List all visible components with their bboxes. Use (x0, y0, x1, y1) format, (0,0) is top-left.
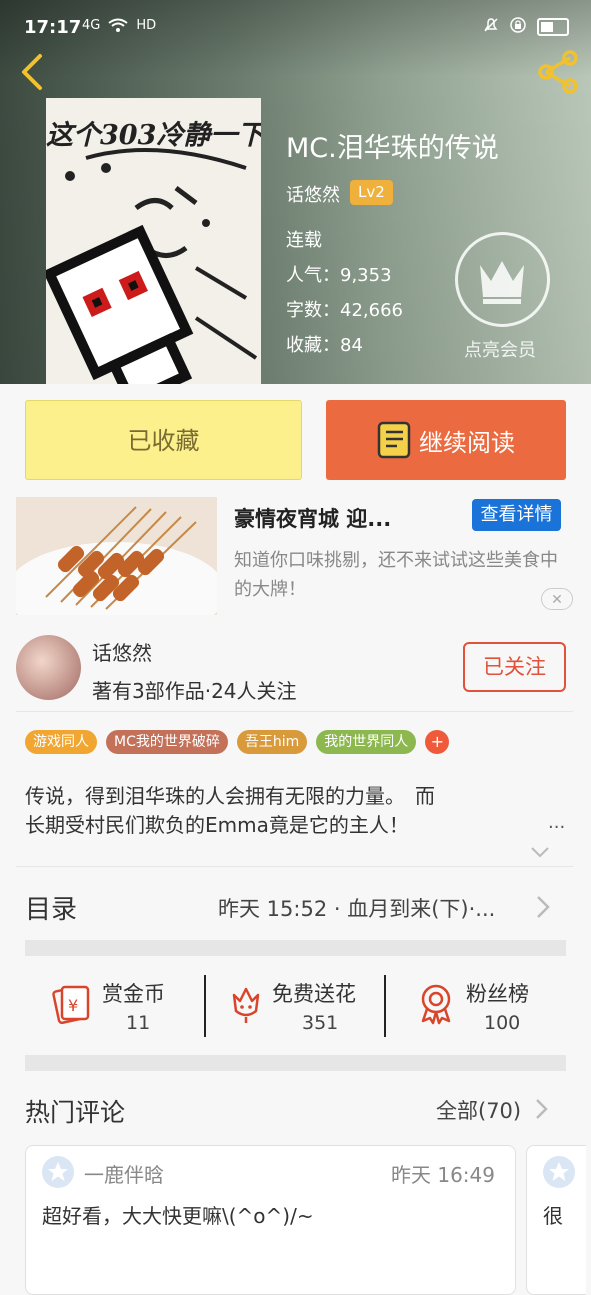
share-button[interactable] (534, 48, 582, 96)
words-label: 字数： (286, 300, 340, 321)
popularity-label: 人气： (286, 265, 340, 286)
chevron-left-icon (22, 54, 42, 90)
book-favorites: 收藏：84 (286, 331, 363, 357)
book-title: MC.泪华珠的传说 (286, 133, 499, 164)
book-author[interactable]: 话悠然 (286, 181, 340, 207)
star-icon (48, 1162, 68, 1181)
tag-item[interactable]: MC我的世界破碎 (106, 730, 228, 754)
fan-ranking-label: 粉丝榜 (466, 982, 529, 1006)
signal-icon: 4G (82, 18, 101, 33)
vertical-divider (384, 975, 386, 1037)
fan-ranking-count: 100 (484, 1012, 521, 1034)
divider (16, 866, 573, 867)
continue-reading-button[interactable]: 继续阅读 (326, 400, 566, 480)
favorited-button[interactable]: 已收藏 (25, 400, 302, 480)
all-comments-link[interactable]: 全部(70) (436, 1095, 521, 1125)
close-icon: ✕ (551, 592, 563, 608)
chevron-down-icon (531, 847, 549, 858)
svg-text:¥: ¥ (68, 996, 78, 1015)
flower-icon (232, 987, 260, 1023)
ad-image[interactable] (16, 497, 217, 615)
vip-button[interactable] (455, 232, 550, 327)
book-popularity: 人气：9,353 (286, 261, 392, 287)
chevron-right-icon[interactable] (534, 1097, 550, 1121)
tag-item[interactable]: 我的世界同人 (316, 730, 417, 754)
section-divider (25, 1055, 566, 1071)
battery-icon (537, 18, 569, 36)
catalog-label: 目录 (25, 895, 78, 925)
book-icon (377, 421, 411, 459)
continue-reading-label: 继续阅读 (419, 428, 515, 457)
crown-icon (480, 261, 524, 304)
comment-text: 很 (543, 1204, 563, 1228)
cover-illustration: 这个303冷静一下 (46, 98, 261, 384)
synopsis-ellipsis: ... (548, 812, 566, 833)
follow-button[interactable]: 已关注 (463, 642, 566, 692)
comment-time: 昨天 16:49 (391, 1163, 495, 1187)
lock-rotation-icon (509, 16, 527, 38)
status-time: 17:17 (24, 17, 82, 38)
vip-label: 点亮会员 (464, 340, 536, 361)
book-synopsis[interactable]: 传说，得到泪华珠的人会拥有无限的力量。 而 长期受村民们欺负的Emma竟是它的主… (25, 782, 545, 840)
star-icon (549, 1162, 569, 1181)
reward-coins-button[interactable]: ¥ 赏金币 11 (50, 975, 190, 1039)
comment-text: 超好看，大大快更嘛\(^o^)/~ (42, 1204, 314, 1228)
chevron-right-icon (534, 894, 552, 920)
tag-list: 游戏同人 MC我的世界破碎 吾王him 我的世界同人 + (25, 730, 450, 754)
back-button[interactable] (14, 52, 54, 92)
commenter-avatar[interactable] (42, 1156, 74, 1188)
send-flower-count: 351 (302, 1012, 339, 1034)
tag-item[interactable]: 游戏同人 (25, 730, 97, 754)
author-level-badge: Lv2 (350, 180, 393, 205)
skewers-image (16, 497, 217, 615)
author-works-info: 著有3部作品·24人关注 (92, 679, 297, 703)
section-divider (25, 940, 566, 956)
ad-description: 知道你口味挑剔，还不来试试这些美食中的大牌！ (234, 550, 558, 600)
hot-comments-title: 热门评论 (25, 1098, 126, 1127)
fan-ranking-button[interactable]: 粉丝榜 100 (414, 975, 544, 1039)
commenter-avatar[interactable] (543, 1156, 575, 1188)
share-icon (538, 50, 578, 94)
latest-chapter: 昨天 15:52 · 血月到来(下)·... (218, 897, 496, 921)
favorites-value: 84 (340, 335, 363, 356)
book-status: 连载 (286, 230, 322, 251)
popularity-value: 9,353 (340, 265, 392, 286)
hd-icon: HD (136, 18, 157, 33)
ad-title[interactable]: 豪情夜宵城 迎... (234, 503, 391, 533)
commenter-name[interactable]: 一鹿伴晗 (84, 1159, 164, 1188)
medal-icon (421, 984, 451, 1025)
reward-coins-count: 11 (126, 1012, 151, 1034)
tag-item[interactable]: 吾王him (236, 730, 308, 754)
vertical-divider (204, 975, 206, 1037)
ad-details-button[interactable]: 查看详情 (472, 499, 561, 531)
expand-synopsis-button[interactable] (530, 842, 550, 862)
author-card-name[interactable]: 话悠然 (92, 637, 152, 666)
favorites-label: 收藏： (286, 335, 340, 356)
ad-close-button[interactable]: ✕ (541, 588, 573, 610)
send-flower-button[interactable]: 免费送花 351 (224, 975, 374, 1039)
book-cover[interactable]: 这个303冷静一下 (46, 98, 261, 384)
add-tag-button[interactable]: + (425, 730, 450, 754)
comment-card[interactable]: 很 (526, 1145, 586, 1295)
synopsis-line: 传说，得到泪华珠的人会拥有无限的力量。 而 (25, 784, 435, 808)
reward-coins-label: 赏金币 (102, 982, 165, 1006)
cover-text: 这个303冷静一下 (46, 120, 261, 151)
mute-icon (483, 17, 499, 37)
synopsis-line: 长期受村民们欺负的Emma竟是它的主人！ (25, 813, 409, 837)
book-word-count: 字数：42,666 (286, 296, 403, 322)
send-flower-label: 免费送花 (272, 982, 356, 1006)
divider (16, 711, 573, 712)
red-envelope-icon: ¥ (52, 985, 90, 1025)
author-avatar[interactable] (16, 635, 81, 700)
words-value: 42,666 (340, 300, 403, 321)
status-bar: 17:17 4G HD (0, 0, 591, 44)
wifi-icon (108, 18, 128, 36)
comment-card[interactable]: 一鹿伴晗 昨天 16:49 超好看，大大快更嘛\(^o^)/~ (25, 1145, 516, 1295)
